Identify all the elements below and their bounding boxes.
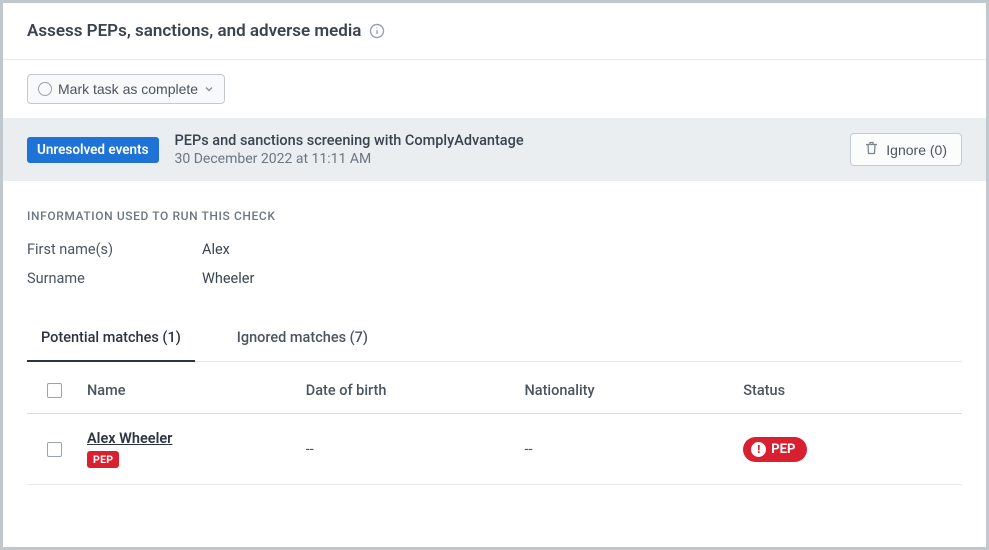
col-dob: Date of birth	[306, 382, 525, 399]
name-cell: Alex Wheeler PEP	[87, 430, 306, 468]
col-name: Name	[87, 382, 306, 399]
content: INFORMATION USED TO RUN THIS CHECK First…	[3, 181, 986, 485]
event-info: PEPs and sanctions screening with Comply…	[175, 132, 835, 167]
row-checkbox[interactable]	[47, 442, 62, 457]
first-name-label: First name(s)	[27, 241, 202, 258]
tab-potential-matches[interactable]: Potential matches (1)	[27, 329, 195, 362]
pep-badge: PEP	[87, 451, 119, 468]
unresolved-events-badge: Unresolved events	[27, 137, 159, 163]
mark-complete-button[interactable]: Mark task as complete	[27, 74, 225, 104]
tabs: Potential matches (1) Ignored matches (7…	[27, 329, 962, 362]
event-timestamp: 30 December 2022 at 11:11 AM	[175, 151, 835, 167]
info-icon[interactable]	[369, 23, 385, 39]
table-row: Alex Wheeler PEP -- -- ! PEP	[27, 414, 962, 485]
mark-complete-label: Mark task as complete	[58, 81, 198, 97]
status-text: PEP	[771, 442, 795, 457]
alert-icon: !	[751, 442, 766, 457]
row-checkbox-cell	[27, 442, 87, 457]
status-pill: ! PEP	[743, 437, 807, 462]
matches-table: Name Date of birth Nationality Status Al…	[27, 362, 962, 485]
col-status: Status	[743, 382, 962, 399]
surname-label: Surname	[27, 270, 202, 287]
chevron-down-icon	[204, 81, 214, 97]
info-row-first-name: First name(s) Alex	[27, 241, 962, 258]
nationality-cell: --	[525, 441, 744, 458]
circle-icon	[38, 82, 52, 96]
select-all-cell	[27, 383, 87, 398]
first-name-value: Alex	[202, 241, 230, 258]
col-nationality: Nationality	[525, 382, 744, 399]
panel: Assess PEPs, sanctions, and adverse medi…	[3, 3, 986, 547]
header: Assess PEPs, sanctions, and adverse medi…	[3, 3, 986, 59]
ignore-button[interactable]: Ignore (0)	[850, 133, 962, 166]
match-name-link[interactable]: Alex Wheeler	[87, 430, 172, 447]
info-row-surname: Surname Wheeler	[27, 270, 962, 287]
dob-cell: --	[306, 441, 525, 458]
status-cell: ! PEP	[743, 437, 962, 462]
ignore-label: Ignore (0)	[886, 142, 947, 158]
event-title: PEPs and sanctions screening with Comply…	[175, 132, 835, 149]
trash-icon	[865, 141, 878, 158]
event-bar: Unresolved events PEPs and sanctions scr…	[3, 118, 986, 181]
surname-value: Wheeler	[202, 270, 254, 287]
tab-ignored-matches[interactable]: Ignored matches (7)	[223, 329, 382, 362]
table-header: Name Date of birth Nationality Status	[27, 362, 962, 414]
section-heading: INFORMATION USED TO RUN THIS CHECK	[27, 209, 962, 223]
toolbar: Mark task as complete	[3, 59, 986, 118]
select-all-checkbox[interactable]	[47, 383, 62, 398]
page-title: Assess PEPs, sanctions, and adverse medi…	[27, 21, 361, 41]
